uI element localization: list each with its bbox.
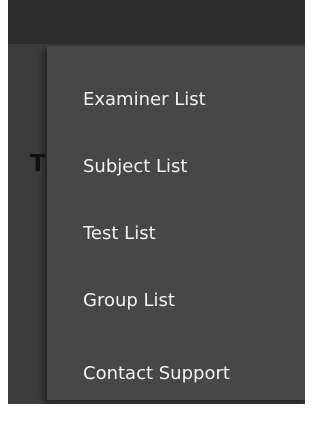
dropdown-menu: Examiner List Subject List Test List Gro… [47,46,305,400]
menu-item-group-list[interactable]: Group List [83,283,293,319]
menu-item-test-list[interactable]: Test List [83,216,293,252]
menu-item-examiner-list[interactable]: Examiner List [83,82,293,118]
background-title-fragment: T [30,151,46,177]
menu-item-subject-list[interactable]: Subject List [83,149,293,185]
screen-bottom-edge [8,404,305,430]
screen-edge [0,0,8,430]
app-bar [8,0,305,44]
menu-item-contact-support[interactable]: Contact Support [83,356,293,392]
app-screen: T Examiner List Subject List Test List G… [0,0,305,430]
